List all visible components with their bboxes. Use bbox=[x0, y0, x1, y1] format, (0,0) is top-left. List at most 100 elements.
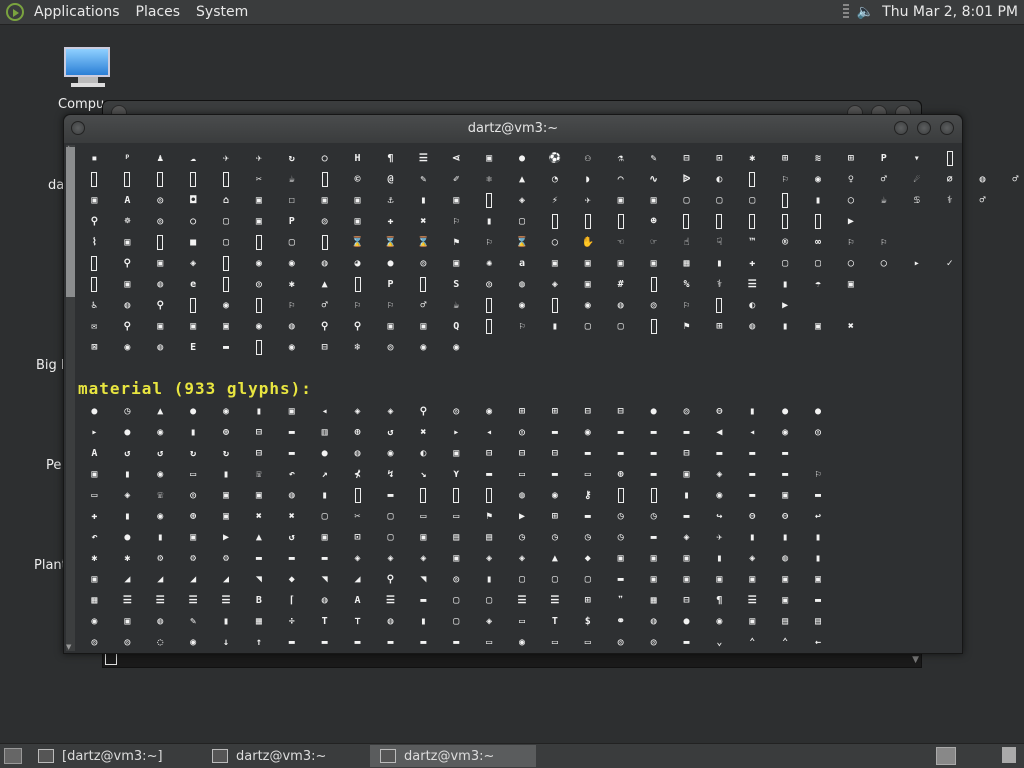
glyph-cell: ☰ bbox=[517, 595, 527, 606]
window-menu-button[interactable] bbox=[71, 121, 85, 135]
show-desktop-icon[interactable] bbox=[4, 748, 22, 764]
glyph-cell: ▭ bbox=[519, 469, 526, 480]
desktop-icon-file-label[interactable]: Pe bbox=[46, 458, 61, 473]
glyph-cell: ◍ bbox=[157, 279, 164, 290]
close-button[interactable] bbox=[940, 121, 954, 135]
workspace-switcher[interactable] bbox=[936, 747, 956, 765]
glyph-cell: ● bbox=[815, 406, 822, 417]
glyph-cell: ▣ bbox=[222, 321, 230, 332]
desktop-icon-computer-label[interactable]: Compu bbox=[58, 97, 104, 112]
glyph-cell: T bbox=[321, 616, 328, 627]
glyph-cell: ◈ bbox=[749, 553, 756, 564]
glyph-cell: ○ bbox=[321, 153, 328, 164]
glyph-cell: ▢ bbox=[716, 195, 723, 206]
glyph-cell: ♟ bbox=[157, 153, 164, 164]
glyph-cell: ⊟ bbox=[551, 448, 558, 459]
glyph-cell bbox=[177, 295, 210, 316]
distro-logo-icon[interactable] bbox=[6, 3, 24, 21]
glyph-cell: ∿ bbox=[649, 174, 658, 185]
glyph-cell: ▣ bbox=[683, 574, 690, 585]
glyph-cell: ✚ bbox=[91, 511, 98, 522]
glyph-cell: ▣ bbox=[749, 616, 756, 627]
window-titlebar[interactable]: dartz@vm3:~ bbox=[64, 115, 962, 143]
glyph-cell bbox=[637, 485, 670, 506]
glyph-cell: ᐉ bbox=[682, 174, 691, 185]
taskbar-task[interactable]: dartz@vm3:~ bbox=[202, 745, 362, 767]
scroll-down-arrow-icon[interactable]: ▼ bbox=[66, 643, 71, 651]
glyph-cell: ⚐ bbox=[683, 300, 690, 311]
glyph-cell: ▮ bbox=[124, 511, 131, 522]
computer-icon[interactable] bbox=[64, 47, 112, 87]
glyph-cell: ◗ bbox=[584, 174, 591, 185]
glyph-cell: ▮ bbox=[782, 532, 789, 543]
glyph-cell: ▬ bbox=[650, 532, 657, 543]
volume-icon[interactable]: 🔈 bbox=[857, 4, 874, 20]
menu-places[interactable]: Places bbox=[128, 0, 189, 24]
glyph-cell: ⚐ bbox=[782, 174, 789, 185]
glyph-cell: ◎ bbox=[453, 406, 460, 417]
taskbar-task[interactable]: [dartz@vm3:~] bbox=[28, 745, 194, 767]
desktop-icon-home-label[interactable]: da bbox=[48, 178, 64, 193]
glyph-cell: ◠ bbox=[617, 174, 624, 185]
glyph-cell: ▬ bbox=[551, 427, 558, 438]
glyph-cell: ▣ bbox=[453, 448, 460, 459]
glyph-cell: ▭ bbox=[91, 490, 98, 501]
glyph-cell: ▣ bbox=[617, 553, 624, 564]
glyph-cell: ↑ bbox=[255, 637, 262, 648]
glyph-cell: ▢ bbox=[617, 321, 624, 332]
glyph-cell: ✖ bbox=[255, 511, 262, 522]
glyph-cell: ◉ bbox=[255, 321, 262, 332]
scrollbar-thumb[interactable] bbox=[66, 147, 75, 297]
glyph-cell: ⊕ bbox=[222, 427, 230, 438]
taskbar-task-active[interactable]: dartz@vm3:~ bbox=[370, 745, 536, 767]
glyph-cell: ♂ bbox=[979, 195, 986, 206]
minimize-button[interactable] bbox=[894, 121, 908, 135]
glyph-cell: ● bbox=[321, 448, 328, 459]
terminal-output[interactable]: ▪ ᵖ ♟ ☁ ✈ ✈ ↻ ○ H ¶ ☰ ⋖ ▣ ● ⚽ ⚇ ⚗ ✎ ⊟ ⊡ ✱ ⊞ ≋ ⊞ P ▾ ✂ ☕ © @ ✎ ✐ ⚛ ▲ ◔ ◗ ◠ ∿ ᐉ ◐… bbox=[78, 145, 1018, 653]
glyph-cell bbox=[78, 169, 111, 190]
terminal-window[interactable]: dartz@vm3:~ ▲ ▼ ▪ ᵖ ♟ ☁ ✈ ✈ ↻ ○ H ¶ ☰ ⋖ ▣ ● ⚽ ⚇ ⚗ ✎ ⊟ ⊡ ✱ ⊞ ≋ ⊞… bbox=[63, 114, 1018, 654]
glyph-cell: ▢ bbox=[551, 574, 558, 585]
glyph-cell: ◉ bbox=[584, 427, 591, 438]
menu-applications[interactable]: Applications bbox=[26, 0, 128, 24]
glyph-cell bbox=[177, 169, 210, 190]
glyph-cell: ⊟ bbox=[683, 448, 690, 459]
glyph-cell: $ bbox=[584, 616, 591, 627]
glyph-cell bbox=[538, 211, 571, 232]
glyph-cell: ▶ bbox=[847, 216, 854, 227]
glyph-cell bbox=[736, 211, 769, 232]
scroll-down-arrow-icon[interactable]: ▼ bbox=[912, 655, 919, 665]
glyph-cell: ◈ bbox=[486, 553, 493, 564]
glyph-cell: ▣ bbox=[420, 321, 427, 332]
glyph-cell: ◎ bbox=[683, 406, 690, 417]
trash-icon[interactable] bbox=[1002, 747, 1016, 763]
glyph-cell: ✓ bbox=[946, 258, 953, 269]
glyph-cell: ⚙ bbox=[157, 553, 164, 564]
desktop-icon-file-label[interactable]: Plant bbox=[34, 558, 67, 573]
glyph-cell: ▭ bbox=[190, 469, 197, 480]
glyph-cell: ◷ bbox=[551, 532, 558, 543]
scrollbar[interactable]: ▲ ▼ bbox=[66, 144, 75, 651]
glyph-cell: ▬ bbox=[617, 574, 624, 585]
glyph-cell: ▣ bbox=[847, 279, 854, 290]
glyph-cell: ◎ bbox=[420, 258, 427, 269]
glyph-cell: ▮ bbox=[420, 195, 427, 206]
glyph-cell: ⚑ bbox=[683, 321, 690, 332]
clock[interactable]: Thu Mar 2, 8:01 PM bbox=[882, 4, 1018, 20]
glyph-cell: ☰ bbox=[747, 279, 757, 290]
glyph-cell: ◉ bbox=[157, 511, 164, 522]
glyph-cell bbox=[144, 169, 177, 190]
glyph-cell: ⚇ bbox=[584, 153, 591, 164]
maximize-button[interactable] bbox=[917, 121, 931, 135]
glyph-cell: ◯ bbox=[847, 195, 854, 206]
glyph-cell: ◎ bbox=[255, 279, 262, 290]
glyph-row: ▣ ◢ ◢ ◢ ◢ ◥ ◆ ◥ ◢ ⚲ ◥ ◎ ▮ ▢ ▢ ▢ ▬ ▣ ▣ ▣ ▣ ▣ ▣ bbox=[78, 569, 834, 590]
glyph-cell: % bbox=[683, 279, 690, 290]
glyph-cell: ◍ bbox=[354, 448, 361, 459]
glyph-cell: ● bbox=[387, 258, 394, 269]
glyph-cell: ▲ bbox=[551, 553, 558, 564]
glyph-cell: ◉ bbox=[584, 300, 591, 311]
glyph-cell: ◷ bbox=[584, 532, 591, 543]
glyph-cell: ⊟ bbox=[584, 406, 591, 417]
menu-system[interactable]: System bbox=[188, 0, 256, 24]
